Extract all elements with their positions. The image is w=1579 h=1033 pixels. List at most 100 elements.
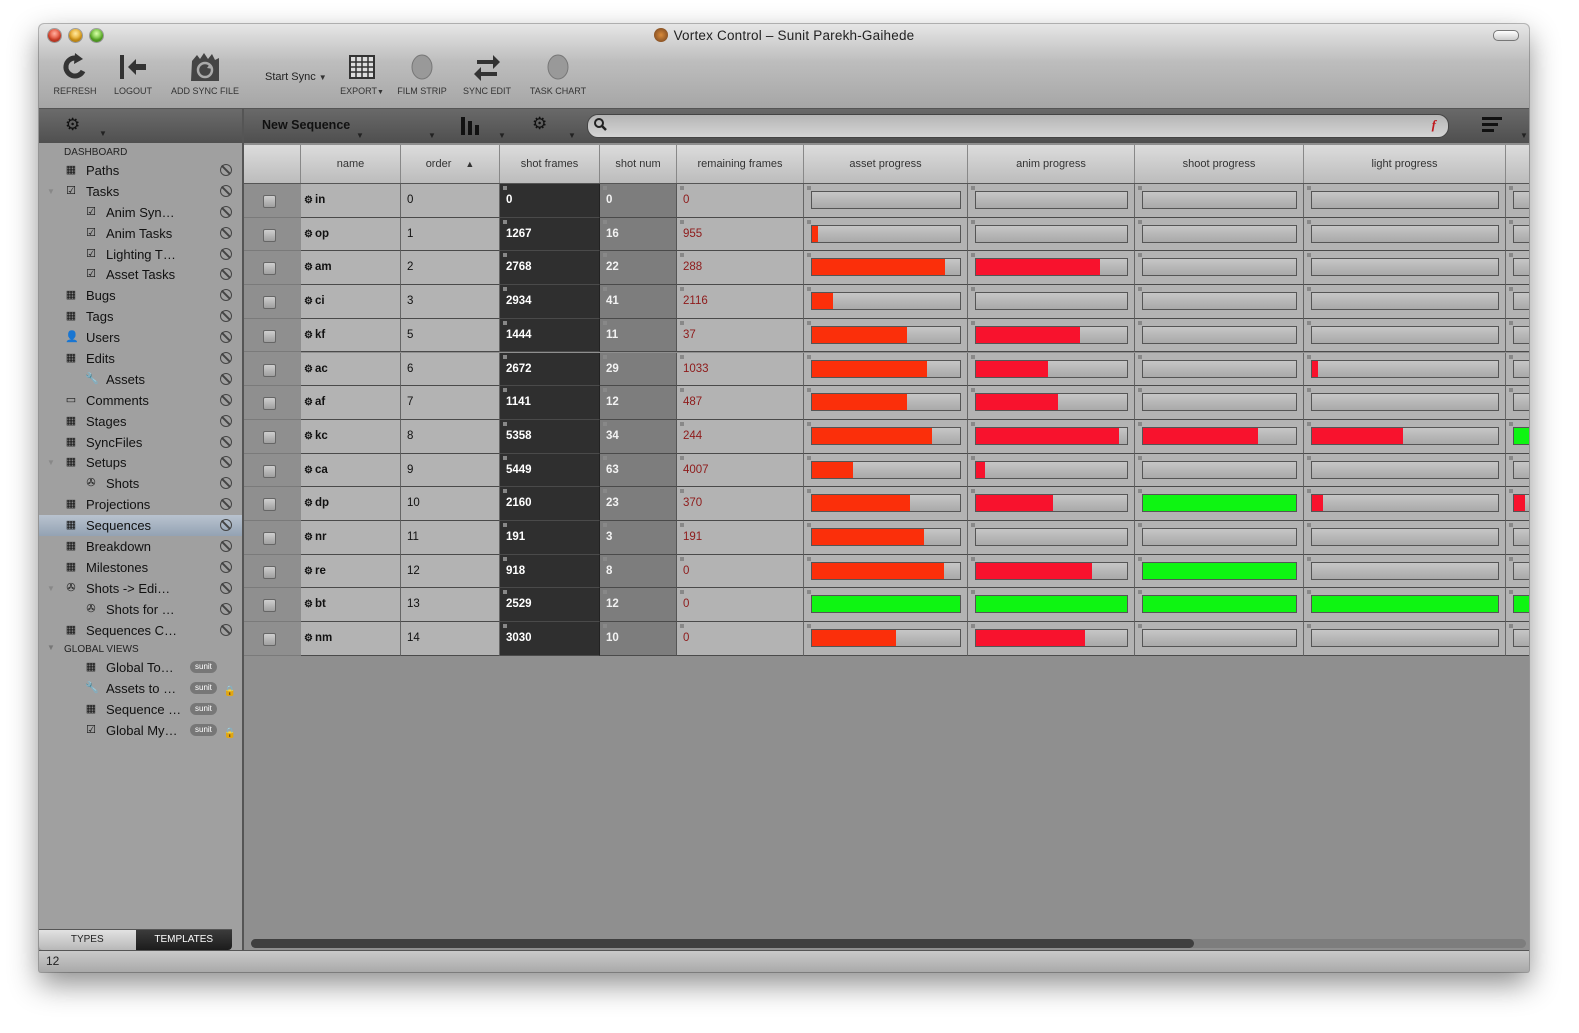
hide-toggle-icon[interactable]	[220, 477, 232, 490]
table-row[interactable]: ⚙ in 0 0 0 0	[244, 184, 1529, 218]
hide-toggle-icon[interactable]	[220, 372, 232, 385]
shoot-progress-cell[interactable]	[1135, 285, 1304, 319]
remaining-frames-cell[interactable]: 0	[677, 622, 804, 656]
logout-button[interactable]: LOGOUT	[111, 50, 155, 96]
sidebar-item[interactable]: 🔧 Assets	[39, 369, 242, 390]
shot-frames-cell[interactable]: 2160	[500, 487, 600, 521]
extra-progress-cell[interactable]	[1506, 285, 1529, 319]
global-views-header[interactable]: ▼ GLOBAL VIEWS	[39, 640, 242, 657]
anim-progress-cell[interactable]	[968, 217, 1135, 252]
light-progress-cell[interactable]	[1304, 217, 1506, 252]
gear-icon[interactable]: ⚙	[304, 319, 313, 352]
shoot-progress-cell[interactable]	[1135, 588, 1304, 623]
asset-progress-cell[interactable]	[804, 184, 968, 218]
hide-toggle-icon[interactable]	[220, 456, 232, 469]
hide-toggle-icon[interactable]	[220, 310, 232, 323]
shot-frames-cell[interactable]: 2768	[500, 251, 600, 286]
gear-icon[interactable]: ⚙	[304, 487, 313, 520]
name-cell[interactable]: ⚙ ca	[301, 453, 401, 488]
table-row[interactable]: ⚙ am 2 2768 22 288	[244, 251, 1529, 286]
sidebar-item[interactable]: ▦ Paths	[39, 160, 242, 181]
sidebar-item[interactable]: 👤 Users	[39, 327, 242, 348]
shot-num-cell[interactable]: 12	[600, 588, 677, 623]
column-header-shot-frames[interactable]: shot frames	[500, 145, 600, 183]
row-checkbox[interactable]	[263, 397, 276, 411]
remaining-frames-cell[interactable]: 288	[677, 251, 804, 286]
shoot-progress-cell[interactable]	[1135, 251, 1304, 286]
gear-icon[interactable]: ⚙	[532, 114, 547, 134]
hide-toggle-icon[interactable]	[220, 268, 232, 281]
gear-icon[interactable]: ⚙	[304, 588, 313, 621]
column-header-light-progress[interactable]: light progress	[1304, 145, 1506, 183]
sidebar-item[interactable]: ▦ Stages	[39, 411, 242, 432]
start-sync-dropdown[interactable]: Start Sync ▼	[265, 71, 327, 83]
shot-num-cell[interactable]: 10	[600, 622, 677, 656]
row-checkbox[interactable]	[263, 599, 276, 613]
shot-frames-cell[interactable]: 2529	[500, 588, 600, 623]
anim-progress-cell[interactable]	[968, 521, 1135, 555]
hide-toggle-icon[interactable]	[220, 414, 232, 427]
hide-toggle-icon[interactable]	[220, 289, 232, 302]
remaining-frames-cell[interactable]: 0	[677, 184, 804, 218]
extra-progress-cell[interactable]	[1506, 622, 1529, 656]
gear-icon[interactable]: ⚙	[304, 251, 313, 284]
anim-progress-cell[interactable]	[968, 285, 1135, 319]
row-checkbox[interactable]	[263, 633, 276, 647]
column-header-anim-progress[interactable]: anim progress	[968, 145, 1135, 183]
global-view-item[interactable]: ▦ Global To… sunit	[39, 657, 242, 678]
light-progress-cell[interactable]	[1304, 487, 1506, 521]
table-row[interactable]: ⚙ re 12 918 8 0	[244, 554, 1529, 589]
chevron-down-icon[interactable]: ▼	[428, 131, 436, 140]
hide-toggle-icon[interactable]	[220, 331, 232, 344]
extra-progress-cell[interactable]	[1506, 251, 1529, 286]
remaining-frames-cell[interactable]: 0	[677, 554, 804, 589]
sequence-name-dropdown[interactable]: New Sequence	[262, 118, 350, 132]
asset-progress-cell[interactable]	[804, 487, 968, 521]
gear-icon[interactable]: ⚙	[304, 454, 313, 487]
extra-progress-cell[interactable]	[1506, 521, 1529, 555]
anim-progress-cell[interactable]	[968, 554, 1135, 589]
global-view-item[interactable]: ☑ Global My… sunit 🔒	[39, 720, 242, 741]
order-cell[interactable]: 8	[401, 419, 500, 454]
light-progress-cell[interactable]	[1304, 318, 1506, 353]
sidebar-item[interactable]: ▦ Tags	[39, 306, 242, 327]
disclosure-triangle-icon[interactable]: ▼	[47, 578, 55, 599]
anim-progress-cell[interactable]	[968, 487, 1135, 521]
shoot-progress-cell[interactable]	[1135, 352, 1304, 387]
sidebar-item[interactable]: ✇ Shots	[39, 473, 242, 494]
light-progress-cell[interactable]	[1304, 588, 1506, 623]
shot-frames-cell[interactable]: 1141	[500, 386, 600, 420]
name-cell[interactable]: ⚙ nm	[301, 622, 401, 656]
shot-num-cell[interactable]: 41	[600, 285, 677, 319]
scrollbar-thumb[interactable]	[251, 939, 1194, 948]
order-cell[interactable]: 5	[401, 318, 500, 353]
shot-num-cell[interactable]: 12	[600, 386, 677, 420]
asset-progress-cell[interactable]	[804, 521, 968, 555]
order-cell[interactable]: 6	[401, 352, 500, 387]
column-header-shoot-progress[interactable]: shoot progress	[1135, 145, 1304, 183]
chevron-down-icon[interactable]: ▼	[1520, 131, 1528, 140]
asset-progress-cell[interactable]	[804, 622, 968, 656]
extra-progress-cell[interactable]	[1506, 588, 1529, 623]
extra-progress-cell[interactable]	[1506, 217, 1529, 252]
order-cell[interactable]: 3	[401, 285, 500, 319]
hide-toggle-icon[interactable]	[220, 205, 232, 218]
remaining-frames-cell[interactable]: 4007	[677, 453, 804, 488]
sidebar-item[interactable]: ▼ ✇ Shots -> Edi…	[39, 578, 242, 599]
anim-progress-cell[interactable]	[968, 251, 1135, 286]
light-progress-cell[interactable]	[1304, 184, 1506, 218]
sidebar-item[interactable]: ▼ ☑ Tasks	[39, 181, 242, 202]
tab-types[interactable]: TYPES	[39, 930, 136, 950]
column-header-remaining-frames[interactable]: remaining frames	[677, 145, 804, 183]
sidebar-item[interactable]: ▦ Projections	[39, 494, 242, 515]
shoot-progress-cell[interactable]	[1135, 419, 1304, 454]
shot-num-cell[interactable]: 0	[600, 184, 677, 218]
name-cell[interactable]: ⚙ kf	[301, 318, 401, 353]
shoot-progress-cell[interactable]	[1135, 554, 1304, 589]
anim-progress-cell[interactable]	[968, 386, 1135, 420]
anim-progress-cell[interactable]	[968, 318, 1135, 353]
hide-toggle-icon[interactable]	[220, 498, 232, 511]
extra-progress-cell[interactable]	[1506, 487, 1529, 521]
shoot-progress-cell[interactable]	[1135, 184, 1304, 218]
shoot-progress-cell[interactable]	[1135, 622, 1304, 656]
